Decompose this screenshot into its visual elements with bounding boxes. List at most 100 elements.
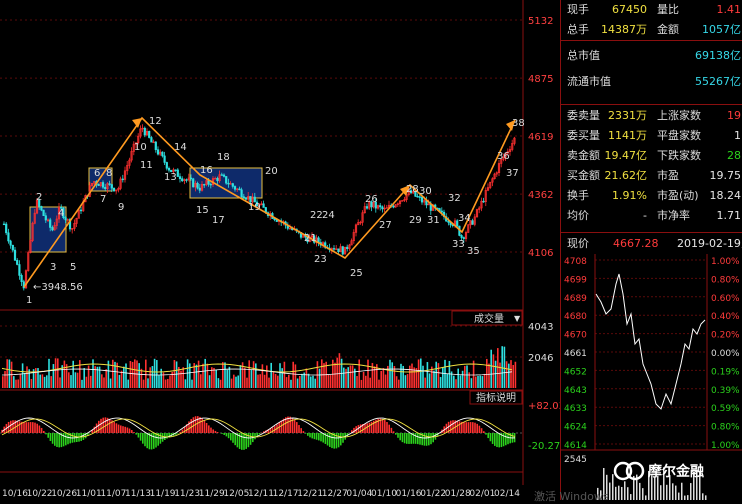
volume-bar [259, 374, 261, 388]
volume-bar [365, 375, 367, 388]
volume-bar [158, 375, 160, 388]
date-tick-label: 11/01 [76, 489, 102, 499]
candle [51, 227, 54, 231]
quote-row: 流通市值 55267亿 [561, 72, 742, 92]
wave-label: 38 [512, 118, 525, 129]
quote-value: 19.47亿 [604, 149, 648, 162]
wave-label: 7 [100, 194, 106, 205]
intraday-volume-bar [705, 495, 707, 500]
intraday-price-label: 4680 [564, 312, 587, 322]
volume-bar [153, 358, 156, 388]
chevron-down-icon[interactable]: ▼ [514, 314, 521, 323]
wave-label: 20 [265, 166, 278, 177]
wave-label: 33 [452, 239, 465, 250]
kline-chart[interactable]: 1234567891011121314151617181920212223242… [0, 0, 560, 500]
volume-bar [103, 377, 105, 388]
volume-bar [321, 359, 323, 388]
quote-row: 总市值 69138亿 [561, 46, 742, 66]
candle [79, 209, 83, 212]
volume-bar [39, 374, 41, 388]
volume-bar [288, 374, 290, 388]
volume-bar [428, 373, 431, 388]
volume-bar [76, 372, 79, 388]
volume-bar [246, 377, 248, 388]
wave-label: 37 [506, 168, 519, 179]
intraday-pct-label: 1.00% [711, 257, 740, 267]
candle [143, 127, 146, 136]
volume-bar [235, 376, 237, 388]
quote-row: 均价 - 市净率 1.71 [561, 206, 742, 226]
volume-bar [404, 375, 407, 388]
date-tick-label: 11/23 [174, 489, 200, 499]
wave-label: 19 [248, 202, 261, 213]
intraday-price-label: 4689 [564, 294, 587, 304]
volume-bar [345, 368, 347, 388]
volume-bar [226, 369, 228, 388]
candle [110, 184, 113, 189]
volume-bar [118, 374, 121, 388]
candle [5, 223, 8, 234]
candle [161, 151, 164, 157]
volume-bar [310, 376, 312, 388]
quote-value: 1.91% [612, 189, 647, 202]
volume-bar [219, 379, 222, 388]
volume-bar [305, 368, 308, 388]
volume-bar [329, 375, 332, 388]
volume-bar [433, 370, 435, 388]
volume-bar [59, 377, 61, 388]
now-price-row: 现价 4667.28 2019-02-19,二 [561, 234, 742, 254]
candle [178, 176, 182, 179]
volume-bar [17, 379, 19, 388]
volume-bar [349, 365, 352, 388]
intraday-volume-bar [681, 482, 683, 500]
intraday-volume-bar [678, 492, 680, 500]
quote-label: 买金额 [567, 169, 600, 182]
candle [203, 184, 206, 186]
candle [104, 186, 107, 190]
volume-tab-label: 成交量 [474, 312, 504, 325]
volume-bar [147, 378, 149, 388]
volume-bar [197, 360, 200, 388]
intraday-pct-label: 0.59% [711, 404, 740, 414]
quote-label: 平盘家数 [657, 129, 701, 142]
quote-value: 1.41 [716, 3, 742, 16]
volume-bar [120, 370, 123, 388]
volume-bar [266, 365, 268, 388]
candle [240, 189, 243, 198]
date-stamp: 2019-02-19,二 [677, 237, 742, 250]
wave-label: 36 [497, 151, 510, 162]
candle [49, 219, 52, 228]
now-price-value: 4667.28 [613, 237, 659, 250]
quote-value: 55267亿 [695, 75, 741, 88]
volume-bar [6, 359, 8, 388]
volume-bar [200, 374, 202, 388]
date-tick-label: 12/21 [297, 489, 323, 499]
quote-value: 28 [727, 149, 741, 162]
volume-bar [406, 374, 409, 388]
volume-bar [63, 360, 66, 388]
quote-label: 委卖量 [567, 109, 600, 122]
volume-bar [164, 379, 167, 388]
wave-label: 30 [419, 186, 432, 197]
quote-value: 1057亿 [702, 23, 741, 36]
volume-bar [338, 353, 341, 388]
quote-label: 现手 [567, 3, 589, 16]
volume-bar [296, 378, 299, 388]
candle [238, 188, 241, 191]
wave-label: 25 [350, 268, 363, 279]
quote-value: 14387万 [601, 23, 647, 36]
candle [262, 203, 265, 208]
quote-panel: 现手 67450 量比 1.41 总手 14387万 金额 1057亿 总市值 69138亿 流通市… [560, 0, 742, 500]
volume-bar [384, 374, 387, 388]
volume-bar [79, 360, 81, 388]
volume-bar [50, 376, 52, 388]
candle [121, 178, 124, 181]
candle [192, 178, 195, 188]
volume-bar [356, 376, 358, 388]
price-axis-label: 4619 [528, 132, 553, 143]
candle [176, 169, 179, 177]
volume-bar [503, 346, 506, 388]
volume-bar [292, 361, 294, 388]
volume-bar [248, 360, 250, 388]
volume-bar [327, 374, 330, 388]
